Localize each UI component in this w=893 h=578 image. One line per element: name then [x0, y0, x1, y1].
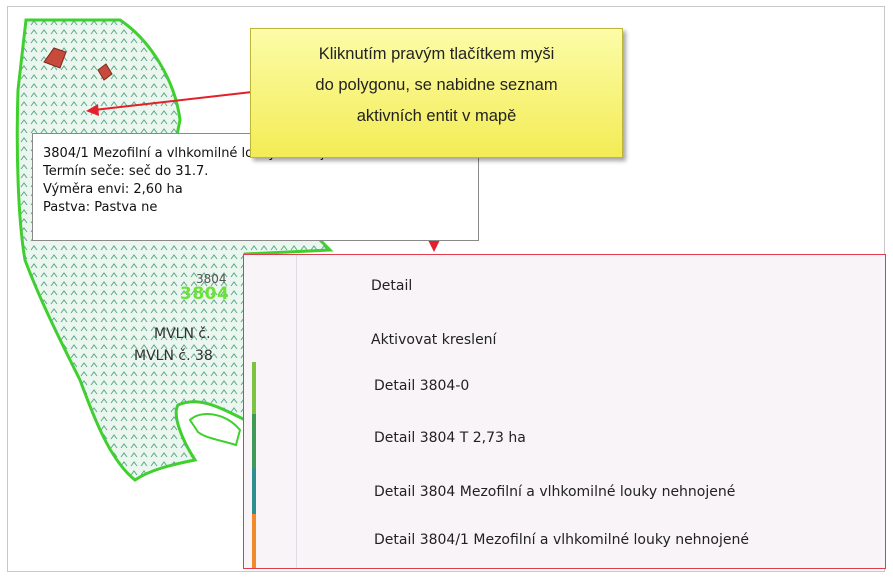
indicator-bar-3804-t [252, 414, 256, 468]
callout-line-2: do polygonu, se nabidne seznam [315, 76, 558, 94]
tooltip-line-grazing: Pastva: Pastva ne [43, 200, 158, 215]
menu-item-activate-drawing[interactable]: Aktivovat kreslení [296, 321, 884, 359]
menu-item-detail-3804-mezofilni[interactable]: Detail 3804 Mezofilní a vlhkomilné louky… [296, 473, 884, 511]
parcel-label: 3804 [180, 284, 230, 304]
indicator-bar-3804-0 [252, 362, 256, 414]
instruction-callout: Kliknutím pravým tlačítkem myši do polyg… [250, 28, 623, 158]
context-menu: Detail Aktivovat kreslení Detail 3804-0 … [243, 254, 886, 569]
mvln-label-1: MVLN č. [154, 326, 211, 342]
menu-item-activate-drawing-label: Aktivovat kreslení [371, 332, 497, 348]
menu-item-detail-3804-t-label: Detail 3804 T 2,73 ha [374, 430, 526, 446]
mvln-label-2: MVLN č. 38 [134, 348, 213, 364]
screenshot-canvas: 3804 3804 MVLN č. MVLN č. 38 3804/1 Mezo… [0, 0, 893, 578]
menu-item-detail-3804-0[interactable]: Detail 3804-0 [296, 367, 884, 405]
menu-item-detail-3804-1-mezofilni[interactable]: Detail 3804/1 Mezofilní a vlhkomilné lou… [296, 521, 884, 559]
tooltip-line-mowing: Termín seče: seč do 31.7. [43, 164, 209, 179]
menu-item-detail-3804-0-label: Detail 3804-0 [374, 378, 470, 394]
tooltip-line-area: Výměra envi: 2,60 ha [43, 182, 183, 197]
parcel-notch [188, 413, 242, 447]
menu-item-detail-3804-1-mezofilni-label: Detail 3804/1 Mezofilní a vlhkomilné lou… [374, 532, 749, 548]
menu-item-detail-3804-t[interactable]: Detail 3804 T 2,73 ha [296, 419, 884, 457]
menu-item-detail[interactable]: Detail [296, 267, 884, 305]
menu-item-detail-label: Detail [371, 278, 413, 294]
menu-item-detail-3804-mezofilni-label: Detail 3804 Mezofilní a vlhkomilné louky… [374, 484, 736, 500]
indicator-bar-3804-mezofilni [252, 468, 256, 514]
arrowhead-menu [428, 240, 440, 252]
callout-line-3: aktivních entit v mapě [356, 107, 517, 125]
indicator-bar-3804-1-mezofilni [252, 514, 256, 568]
callout-line-1: Kliknutím pravým tlačítkem myši [318, 45, 555, 63]
